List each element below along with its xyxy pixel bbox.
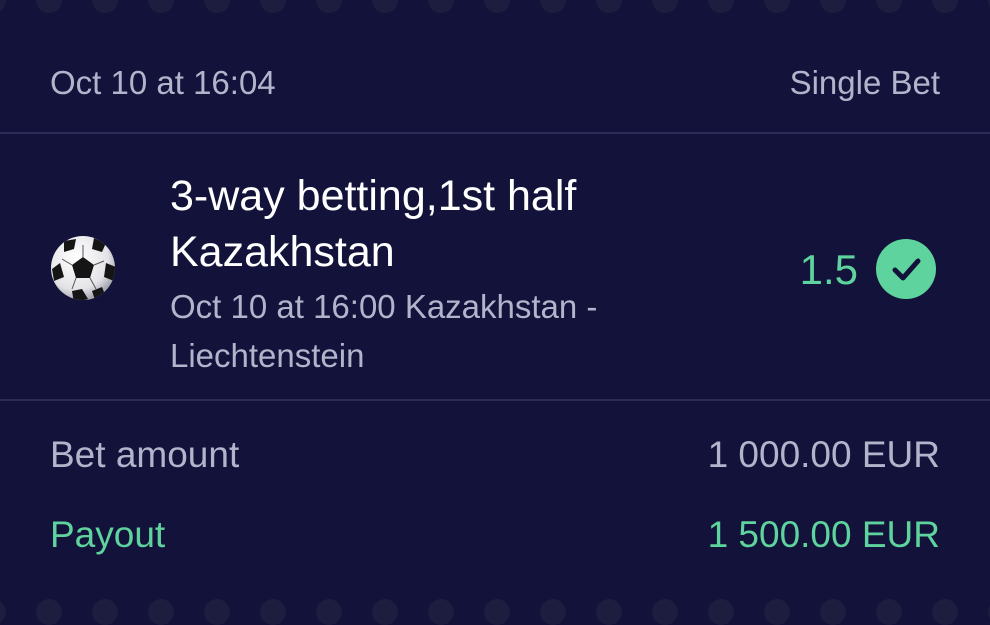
- market-title: 3-way betting,1st half Kazakhstan: [170, 168, 730, 280]
- ticket-bottom-edge: [0, 599, 990, 625]
- ticket-header: Oct 10 at 16:04 Single Bet: [0, 0, 990, 132]
- bet-amount-label: Bet amount: [50, 434, 240, 475]
- bet-amount-value: 1 000.00 EUR: [707, 434, 940, 475]
- ticket-notch: [316, 599, 342, 625]
- ticket-notch: [372, 599, 398, 625]
- bet-date: Oct 10 at 16:04: [50, 64, 276, 101]
- payout-value: 1 500.00 EUR: [707, 514, 940, 555]
- bet-totals: Bet amount 1 000.00 EUR Payout 1 500.00 …: [0, 402, 990, 612]
- ticket-notch: [92, 599, 118, 625]
- bet-selection[interactable]: 3-way betting,1st half Kazakhstan Oct 10…: [0, 134, 990, 400]
- ticket-notch: [652, 599, 678, 625]
- soccer-ball-icon: [50, 235, 116, 301]
- event-line: Liechtenstein: [170, 337, 365, 374]
- ticket-notch: [0, 599, 6, 625]
- event-line: Oct 10 at 16:00 Kazakhstan -: [170, 288, 598, 325]
- ticket-notch: [260, 599, 286, 625]
- ticket-notch: [204, 599, 230, 625]
- ticket-notch: [876, 599, 902, 625]
- market-name: 3-way betting,1st half: [170, 172, 577, 220]
- ticket-notch: [36, 599, 62, 625]
- ticket-notch: [764, 599, 790, 625]
- ticket-notch: [708, 599, 734, 625]
- divider: [0, 399, 990, 401]
- selection-pick: Kazakhstan: [170, 228, 395, 276]
- ticket-notch: [820, 599, 846, 625]
- check-circle-icon: [876, 239, 936, 299]
- ticket-notch: [596, 599, 622, 625]
- ticket-notch: [148, 599, 174, 625]
- event-details: Oct 10 at 16:00 Kazakhstan - Liechtenste…: [170, 282, 690, 380]
- bet-ticket: Oct 10 at 16:04 Single Bet 3-way betting…: [0, 0, 990, 625]
- odds-value: 1.5: [799, 246, 858, 293]
- ticket-notch: [428, 599, 454, 625]
- bet-type-label: Single Bet: [789, 64, 940, 101]
- ticket-notch: [540, 599, 566, 625]
- ticket-notch: [484, 599, 510, 625]
- payout-label: Payout: [50, 514, 166, 555]
- ticket-notch: [932, 599, 958, 625]
